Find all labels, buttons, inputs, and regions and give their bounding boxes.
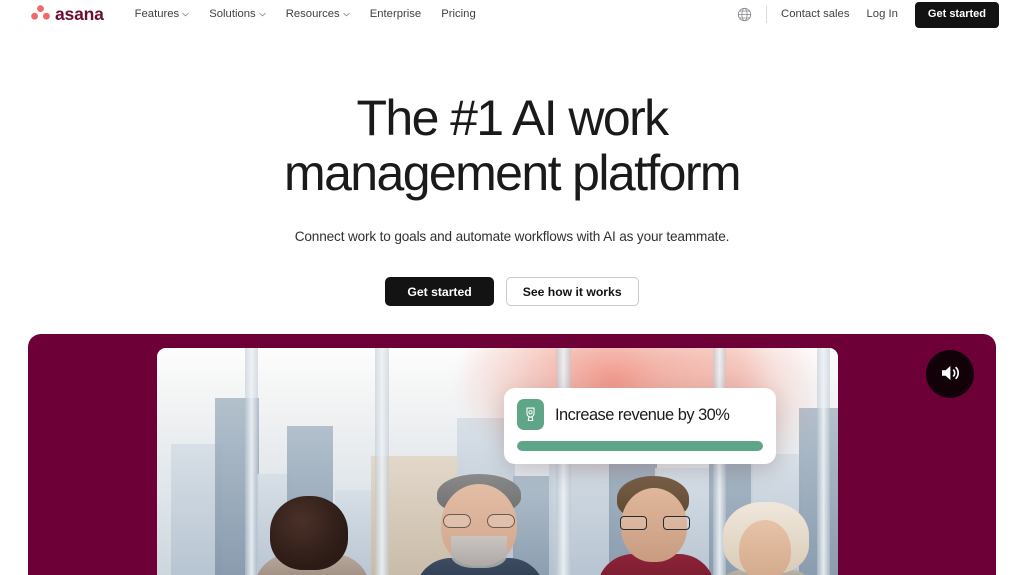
revenue-goal-card: Increase revenue by 30% (504, 388, 776, 465)
top-navigation-bar: asana Features Solutions Resources Enter… (0, 0, 1024, 29)
nav-item-features[interactable]: Features (134, 7, 190, 20)
log-in-link[interactable]: Log In (867, 8, 898, 20)
page-title: The #1 AI work management platform (132, 91, 892, 201)
chevron-down-icon (259, 11, 266, 18)
revenue-progress-bar (517, 441, 763, 452)
hero-subtitle: Connect work to goals and automate workf… (294, 229, 730, 244)
window-mullion (375, 348, 389, 575)
hero-get-started-button[interactable]: Get started (385, 277, 494, 307)
nav-item-pricing-label: Pricing (441, 7, 476, 20)
person-silhouette (252, 494, 372, 575)
hero-cta-group: Get started See how it works (0, 277, 1024, 307)
hero-video-player[interactable]: Increase revenue by 30% (157, 348, 838, 575)
hero-video-panel: Increase revenue by 30% (28, 334, 996, 575)
nav-item-solutions[interactable]: Solutions (209, 7, 266, 20)
asana-wordmark: asana (55, 4, 104, 25)
nav-item-resources[interactable]: Resources (285, 7, 350, 20)
volume-on-icon (938, 361, 962, 388)
goal-target-icon (517, 399, 544, 431)
video-sound-toggle-button[interactable] (926, 350, 974, 399)
asana-logo[interactable]: asana (31, 4, 104, 25)
nav-item-solutions-label: Solutions (209, 7, 256, 20)
nav-divider (766, 6, 768, 23)
globe-icon[interactable] (733, 4, 755, 26)
nav-item-pricing[interactable]: Pricing (441, 7, 476, 20)
asana-dots-icon (31, 4, 50, 25)
see-how-it-works-button[interactable]: See how it works (505, 277, 639, 307)
contact-sales-link[interactable]: Contact sales (781, 8, 849, 20)
primary-nav-links: Features Solutions Resources Enterprise … (134, 7, 476, 20)
nav-get-started-button[interactable]: Get started (914, 1, 999, 28)
person-silhouette (713, 502, 819, 575)
nav-item-resources-label: Resources (285, 7, 340, 20)
revenue-progress-fill (517, 441, 763, 452)
page-title-line-2: management platform (284, 145, 742, 201)
nav-right-group: Contact sales Log In Get started (733, 1, 999, 28)
chevron-down-icon (343, 11, 350, 18)
hero-section: The #1 AI work management platform Conne… (0, 29, 1024, 307)
revenue-goal-text: Increase revenue by 30% (555, 405, 730, 424)
page-title-line-1: The #1 AI work (356, 90, 669, 146)
revenue-goal-row: Increase revenue by 30% (517, 399, 763, 431)
chevron-down-icon (182, 11, 189, 18)
nav-item-features-label: Features (134, 7, 180, 20)
nav-item-enterprise-label: Enterprise (369, 7, 422, 20)
person-silhouette (415, 474, 545, 575)
person-silhouette (597, 476, 715, 575)
nav-item-enterprise[interactable]: Enterprise (369, 7, 422, 20)
